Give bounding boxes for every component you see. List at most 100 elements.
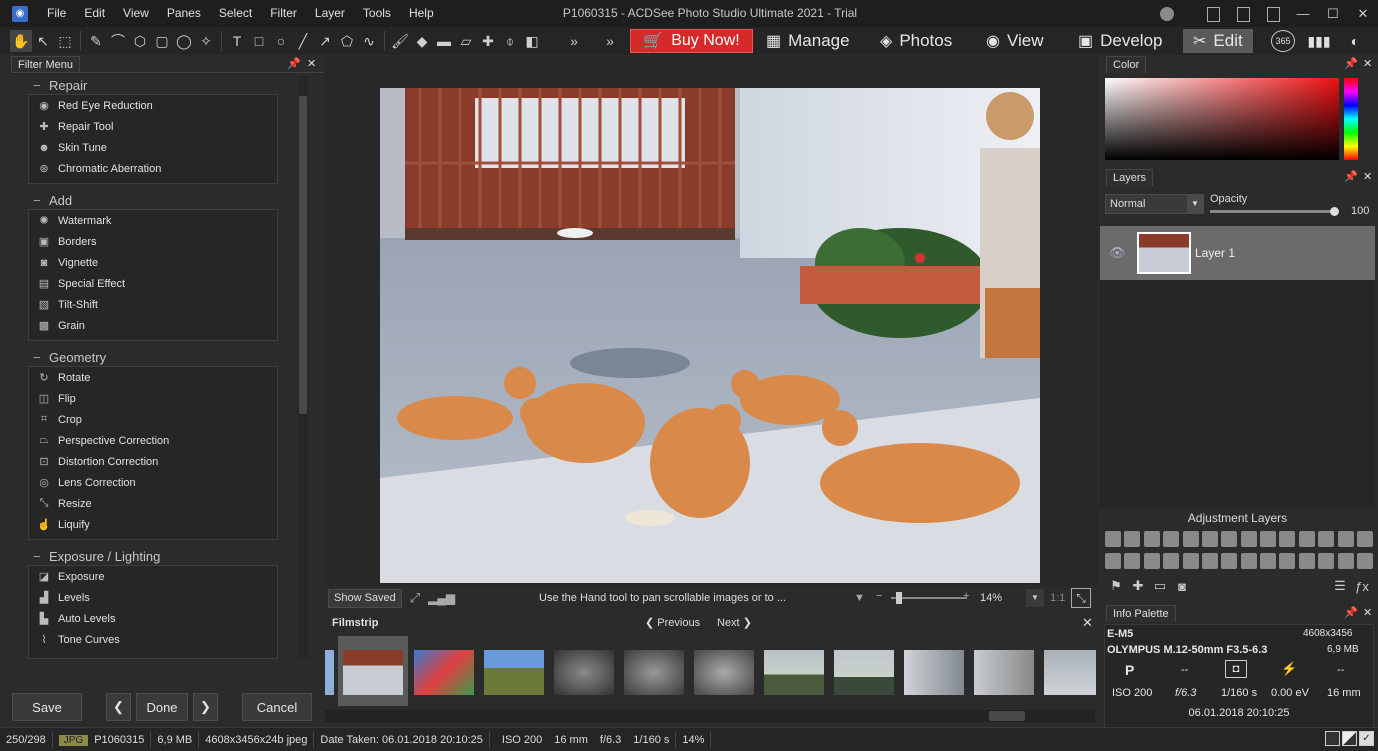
filter-rotate[interactable]: ↻ Rotate bbox=[29, 367, 277, 388]
filter-vignette[interactable]: ◙ Vignette bbox=[29, 252, 277, 273]
group-title-add[interactable]: − Add bbox=[33, 193, 72, 208]
thumbnail[interactable] bbox=[484, 650, 544, 695]
close-panel-icon[interactable]: ✕ bbox=[307, 57, 316, 70]
filter-liquify[interactable]: ☝ Liquify bbox=[29, 514, 277, 535]
dashboard-icon[interactable]: ▮▮▮ bbox=[1307, 30, 1331, 52]
filter-distortion-correction[interactable]: ⊡ Distortion Correction bbox=[29, 451, 277, 472]
menu-filter[interactable]: Filter bbox=[261, 0, 306, 27]
actual-size-button[interactable]: 1:1 bbox=[1050, 592, 1065, 604]
cancel-button[interactable]: Cancel bbox=[242, 693, 312, 721]
arrow-tool-icon[interactable]: ↗ bbox=[314, 30, 336, 52]
thumbnail-selected[interactable] bbox=[338, 636, 408, 706]
invert-adj-icon[interactable] bbox=[1356, 531, 1373, 547]
filter-skin-tune[interactable]: ☻ Skin Tune bbox=[29, 137, 277, 158]
filmstrip-scrollbar[interactable] bbox=[325, 710, 1095, 722]
filter-menu-tab[interactable]: Filter Menu bbox=[11, 56, 81, 73]
more-tools-icon[interactable]: » bbox=[563, 30, 585, 52]
clone-icon[interactable]: ✚ bbox=[477, 30, 499, 52]
crop-select-icon[interactable]: ⬚ bbox=[54, 30, 76, 52]
layer-row[interactable]: 👁 Layer 1 bbox=[1100, 226, 1375, 280]
filter-lens-correction[interactable]: ◎ Lens Correction bbox=[29, 472, 277, 493]
eyedropper-icon[interactable]: ⌽ bbox=[499, 30, 521, 52]
layout-2-icon[interactable] bbox=[1228, 0, 1258, 27]
brush-adj-icon[interactable] bbox=[1318, 531, 1335, 547]
expand-icon[interactable]: » bbox=[599, 30, 621, 52]
auto-levels-adj-icon[interactable] bbox=[1143, 531, 1160, 547]
fx-icon[interactable]: ƒx bbox=[1351, 579, 1373, 594]
filter-perspective-correction[interactable]: ⏢ Perspective Correction bbox=[29, 430, 277, 451]
zoom-level[interactable]: 14% bbox=[980, 592, 1002, 604]
pointer-tool-icon[interactable]: ↖ bbox=[32, 30, 54, 52]
maximize-button[interactable]: ☐ bbox=[1318, 0, 1348, 27]
show-saved-button[interactable]: Show Saved bbox=[328, 588, 402, 608]
histogram-icon[interactable]: ▂▄▆ bbox=[428, 591, 455, 605]
layout-3-icon[interactable] bbox=[1258, 0, 1288, 27]
vignette-adj-icon[interactable] bbox=[1143, 553, 1160, 569]
filter-auto-levels[interactable]: ▙ Auto Levels bbox=[29, 608, 277, 629]
levels-adj-icon[interactable] bbox=[1124, 531, 1141, 547]
menu-file[interactable]: File bbox=[38, 0, 75, 27]
pin-icon[interactable]: 📌 bbox=[1344, 170, 1358, 183]
menu-select[interactable]: Select bbox=[210, 0, 261, 27]
menu-layer[interactable]: Layer bbox=[306, 0, 354, 27]
filter-watermark[interactable]: ✺ Watermark bbox=[29, 210, 277, 231]
group-title-exposure[interactable]: − Exposure / Lighting bbox=[33, 549, 160, 564]
filter-special-effect[interactable]: ▤ Special Effect bbox=[29, 273, 277, 294]
watermark-adj-icon[interactable] bbox=[1105, 553, 1121, 569]
filter-red-eye[interactable]: ◉ Red Eye Reduction bbox=[29, 95, 277, 116]
pin-icon[interactable]: 📌 bbox=[1344, 57, 1358, 70]
mask-icon[interactable]: ◙ bbox=[1171, 579, 1193, 594]
lasso-icon[interactable]: ⌒ bbox=[107, 30, 129, 52]
freehand-icon[interactable]: ◯ bbox=[173, 30, 195, 52]
gradient-icon[interactable]: ▬ bbox=[433, 30, 455, 52]
filmstrip-close-icon[interactable]: ✕ bbox=[1082, 615, 1093, 631]
opacity-slider[interactable] bbox=[1210, 210, 1338, 213]
mask-adj-icon[interactable] bbox=[1356, 553, 1373, 569]
pin-icon[interactable]: 📌 bbox=[287, 57, 301, 70]
next-image-button[interactable]: ❯ bbox=[193, 693, 218, 721]
eraser-icon[interactable]: ▱ bbox=[455, 30, 477, 52]
chart-adj-icon[interactable] bbox=[1337, 553, 1354, 569]
line-tool-icon[interactable]: ╱ bbox=[292, 30, 314, 52]
scrollbar-thumb[interactable] bbox=[989, 711, 1025, 721]
dehaze-adj-icon[interactable] bbox=[1201, 531, 1218, 547]
exposure-adj-icon[interactable] bbox=[1105, 531, 1121, 547]
color-balance-adj-icon[interactable] bbox=[1221, 531, 1238, 547]
text-tool-icon[interactable]: T bbox=[226, 30, 248, 52]
menu-panes[interactable]: Panes bbox=[158, 0, 210, 27]
filmstrip-next-button[interactable]: Next ❯ bbox=[717, 616, 752, 629]
filter-tone-curves[interactable]: ⌇ Tone Curves bbox=[29, 629, 277, 650]
close-button[interactable]: ✕ bbox=[1348, 0, 1378, 27]
minimize-button[interactable]: — bbox=[1288, 0, 1318, 27]
layer-thumbnail[interactable] bbox=[1137, 232, 1191, 274]
layer-name[interactable]: Layer 1 bbox=[1195, 246, 1235, 260]
mode-edit-button[interactable]: ✂ Edit bbox=[1183, 29, 1253, 53]
scrollbar-thumb[interactable] bbox=[299, 96, 307, 414]
filter-resize[interactable]: ⤡ Resize bbox=[29, 493, 277, 514]
color-swatch-icon[interactable]: ◧ bbox=[521, 30, 543, 52]
split-tone-adj-icon[interactable] bbox=[1298, 531, 1315, 547]
thumbnail[interactable] bbox=[764, 650, 824, 695]
close-panel-icon[interactable]: ✕ bbox=[1363, 170, 1372, 183]
filter-menu-scrollbar[interactable] bbox=[298, 76, 308, 658]
app-icon[interactable]: ◉ bbox=[12, 5, 28, 22]
gradient-adj-icon[interactable] bbox=[1260, 553, 1276, 569]
edited-photo[interactable] bbox=[380, 88, 1040, 583]
image-viewer[interactable] bbox=[325, 56, 1098, 586]
color-picker-field[interactable] bbox=[1105, 78, 1339, 160]
tone-curves-adj-icon[interactable] bbox=[1163, 531, 1180, 547]
color-eq-adj-icon[interactable] bbox=[1240, 531, 1257, 547]
polygon-select-icon[interactable]: ⬡ bbox=[129, 30, 151, 52]
previous-image-button[interactable]: ❮ bbox=[106, 693, 131, 721]
brush-select-icon[interactable]: ✎ bbox=[85, 30, 107, 52]
contrast-adj-icon[interactable] bbox=[1337, 531, 1354, 547]
done-button[interactable]: Done bbox=[136, 693, 188, 721]
fit-screen-icon[interactable]: ⤢ bbox=[410, 590, 420, 606]
luminance-icon[interactable]: ◐ bbox=[1343, 30, 1367, 52]
mode-photos-button[interactable]: ◈ Photos bbox=[880, 29, 952, 53]
menu-tools[interactable]: Tools bbox=[354, 0, 400, 27]
photo-filter-adj-icon[interactable] bbox=[1279, 531, 1296, 547]
mode-develop-button[interactable]: ▣ Develop bbox=[1078, 29, 1163, 53]
menu-edit[interactable]: Edit bbox=[75, 0, 114, 27]
stamp-icon[interactable]: ⚑ bbox=[1105, 578, 1127, 594]
